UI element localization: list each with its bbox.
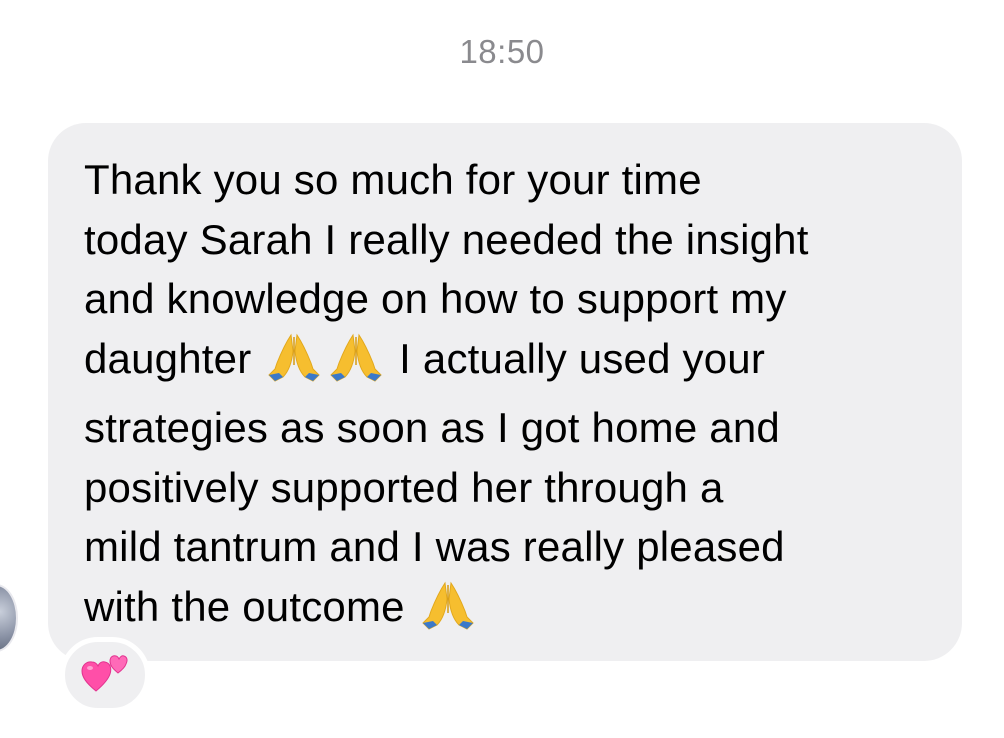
folded-hands-icon	[419, 579, 477, 647]
reaction-badge[interactable]	[60, 637, 150, 713]
message-line: mild tantrum and I was really pleased	[84, 523, 785, 570]
folded-hands-icon	[327, 331, 385, 399]
message-line: today Sarah I really needed the insight	[84, 215, 809, 263]
message-line-with-emoji: with the outcome	[84, 577, 944, 647]
message-line-with-emoji: daughter I actually used your	[84, 329, 944, 399]
chat-screen: 18:50 Thank you so much for your time to…	[0, 0, 1004, 738]
message-line: Thank you so much for your time	[84, 156, 702, 203]
message-line: and knowledge on how to support my	[84, 275, 787, 322]
message-fragment: with the outcome	[84, 582, 405, 630]
message-fragment: daughter	[84, 334, 252, 382]
message-text: Thank you so much for your time today Sa…	[84, 150, 944, 646]
message-fragment: I actually used your	[399, 334, 766, 382]
two-hearts-icon	[80, 651, 130, 700]
folded-hands-icon	[265, 331, 323, 399]
message-line: strategies as soon as I got home and	[84, 404, 780, 451]
message-line: positively supported her through a	[84, 463, 724, 511]
sender-avatar[interactable]	[0, 584, 18, 652]
message-timestamp: 18:50	[459, 33, 545, 70]
